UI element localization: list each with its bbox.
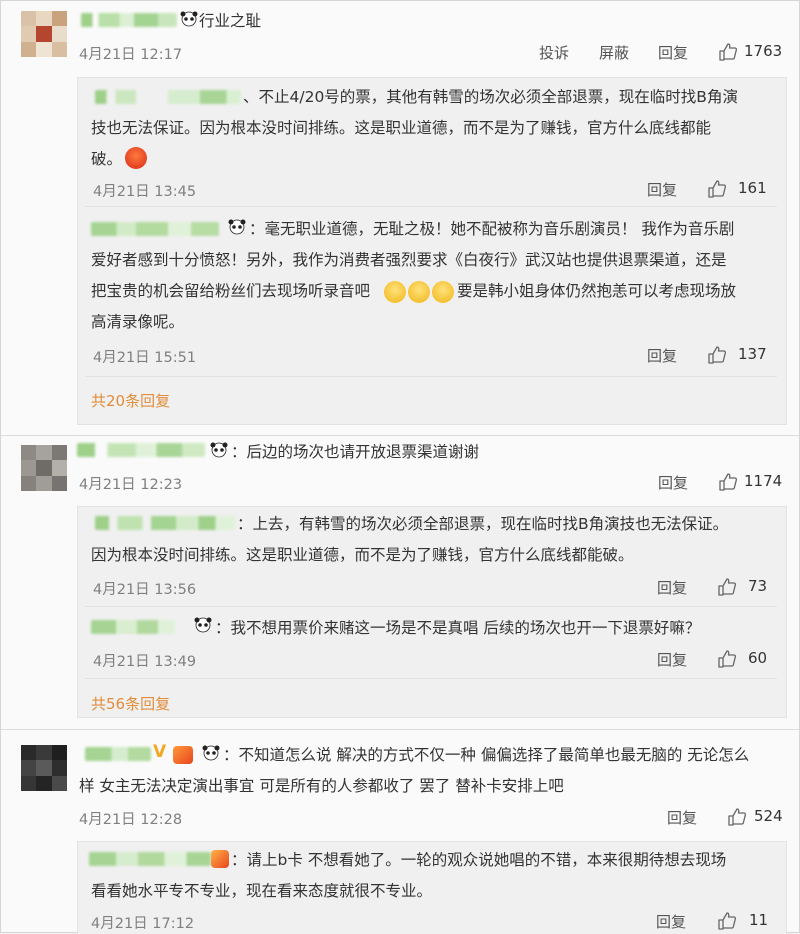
reply-text: ：上去，有韩雪的场次必须全部退票，现在临时找B角演技也无法保证。: [237, 515, 729, 533]
badge-icon: [211, 850, 229, 868]
reply-text: 把宝贵的机会留给粉丝们去现场听录音吧: [91, 282, 371, 300]
reply-text: ：毫无职业道德，无耻之极！她不配被称为音乐剧演员！ 我作为音乐剧: [249, 220, 735, 238]
panda-icon: [202, 745, 220, 761]
panda-icon: [228, 219, 246, 235]
like-count: 137: [738, 345, 767, 363]
thumb-up-icon[interactable]: [718, 472, 738, 492]
more-replies-link[interactable]: 共56条回复: [91, 693, 170, 714]
username-blurred[interactable]: [89, 852, 211, 866]
username-blurred[interactable]: [81, 13, 177, 27]
reply-divider: [85, 206, 777, 207]
reply-text: 因为根本没时间排练。这是职业道德，而不是为了赚钱，官方什么底线都能破。: [91, 546, 634, 564]
thumb-up-icon[interactable]: [717, 577, 737, 597]
username-blurred[interactable]: [95, 90, 241, 104]
angry-emoji-icon: [125, 147, 147, 169]
reply-button[interactable]: 回复: [658, 42, 688, 63]
thumb-up-icon[interactable]: [707, 179, 727, 199]
block-button[interactable]: 屏蔽: [599, 42, 629, 63]
panda-icon: [194, 617, 212, 633]
comment-time: 4月21日 12:23: [79, 477, 183, 493]
grin-emoji-icon: [432, 281, 454, 303]
avatar[interactable]: [21, 11, 67, 57]
report-button[interactable]: 投诉: [539, 42, 569, 63]
like-count: 11: [749, 911, 769, 929]
thumb-up-icon[interactable]: [707, 345, 727, 365]
reply-text: 看看她水平专不专业，现在看来态度就很不专业。: [91, 882, 433, 900]
reply-text: ：请上b卡 不想看她了。一轮的观众说她唱的不错，本来很期待想去现场: [231, 851, 727, 869]
reply-divider: [85, 606, 777, 607]
reply-text: 破。: [91, 150, 123, 168]
comment-time: 4月21日 12:17: [79, 47, 183, 63]
reply-time: 4月21日 15:51: [93, 350, 197, 366]
reply-text: 技也无法保证。因为根本没时间排练。这是职业道德，而不是为了赚钱，官方什么底线都能: [91, 119, 712, 137]
thumb-up-icon[interactable]: [717, 911, 737, 931]
avatar[interactable]: [21, 445, 67, 491]
thumb-up-icon[interactable]: [717, 649, 737, 669]
like-count: 1174: [744, 472, 783, 490]
reply-button[interactable]: 回复: [667, 807, 697, 828]
comment-text: 行业之耻: [199, 12, 262, 30]
panda-icon: [180, 11, 198, 27]
comment-text: ：后边的场次也请开放退票渠道谢谢: [231, 443, 480, 461]
comment-list: 行业之耻 4月21日 12:17 投诉 屏蔽 回复 1763 、不止4/20号的…: [0, 0, 800, 934]
badge-icon: [173, 746, 193, 764]
like-count: 73: [748, 577, 768, 595]
like-count: 60: [748, 649, 768, 667]
reply-text: 要是韩小姐身体仍然抱恙可以考虑现场放: [457, 282, 737, 300]
comment-separator: [1, 729, 799, 730]
reply-time: 4月21日 17:12: [91, 916, 195, 932]
thumb-up-icon[interactable]: [727, 807, 747, 827]
panda-icon: [210, 442, 228, 458]
comment-time: 4月21日 12:28: [79, 812, 183, 828]
username-blurred[interactable]: [95, 516, 235, 530]
grin-emoji-icon: [384, 281, 406, 303]
verified-v-icon: V: [153, 742, 167, 762]
like-count: 1763: [744, 42, 783, 60]
comment-text: ：不知道怎么说 解决的方式不仅一种 偏偏选择了最简单也最无脑的 无论怎么: [223, 746, 750, 764]
like-count: 161: [738, 179, 767, 197]
username-blurred[interactable]: [85, 747, 151, 761]
reply-divider: [85, 678, 777, 679]
reply-button[interactable]: 回复: [647, 345, 677, 366]
reply-button[interactable]: 回复: [656, 911, 686, 932]
like-count: 524: [754, 807, 783, 825]
avatar[interactable]: [21, 745, 67, 791]
grin-emoji-icon: [408, 281, 430, 303]
username-blurred[interactable]: [91, 620, 175, 634]
reply-button[interactable]: 回复: [647, 179, 677, 200]
reply-time: 4月21日 13:45: [93, 184, 197, 200]
reply-time: 4月21日 13:56: [93, 582, 197, 598]
comment-text: 样 女主无法决定演出事宜 可是所有的人参都收了 罢了 替补卡安排上吧: [79, 777, 564, 795]
thumb-up-icon[interactable]: [718, 42, 738, 62]
reply-divider: [85, 376, 777, 377]
reply-time: 4月21日 13:49: [93, 654, 197, 670]
username-blurred[interactable]: [91, 222, 219, 236]
more-replies-link[interactable]: 共20条回复: [91, 390, 170, 411]
reply-button[interactable]: 回复: [657, 577, 687, 598]
username-blurred[interactable]: [77, 443, 205, 457]
reply-text: 高清录像呢。: [91, 313, 185, 331]
reply-text: 爱好者感到十分愤怒！另外，我作为消费者强烈要求《白夜行》武汉站也提供退票渠道，还…: [91, 251, 727, 269]
reply-text: 、不止4/20号的票，其他有韩雪的场次必须全部退票，现在临时找B角演: [243, 88, 738, 106]
reply-text: ：我不想用票价来赌这一场是不是真唱 后续的场次也开一下退票好嘛？: [215, 619, 701, 637]
reply-button[interactable]: 回复: [657, 649, 687, 670]
reply-button[interactable]: 回复: [658, 472, 688, 493]
